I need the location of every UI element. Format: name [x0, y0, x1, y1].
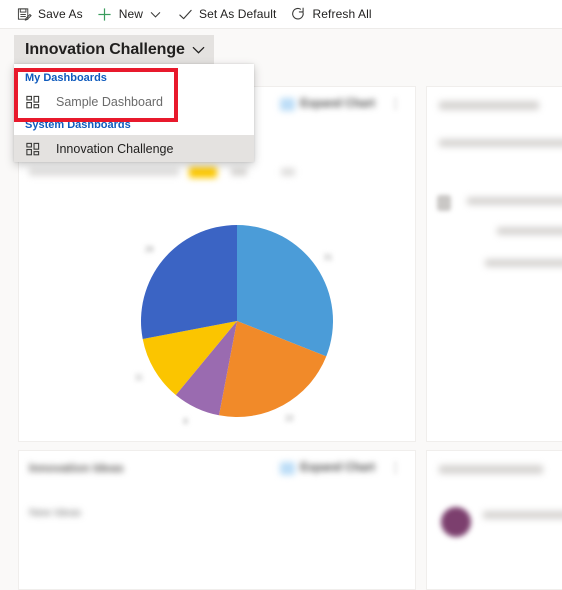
- pie-slice-label: 28: [144, 244, 154, 254]
- dropdown-item-label: Sample Dashboard: [56, 94, 164, 109]
- bottom-left-tile: Innovation Ideas Expand Chart ⋮ New Idea…: [18, 450, 416, 590]
- dropdown-item-innovation-challenge[interactable]: Innovation Challenge: [14, 135, 254, 162]
- ellipsis-icon[interactable]: ⋮: [387, 96, 405, 112]
- bottom-left-tile-header: Innovation Ideas Expand Chart ⋮: [19, 451, 415, 485]
- pie-slice[interactable]: [141, 225, 237, 339]
- expand-chart-icon: [280, 97, 296, 111]
- set-as-default-button[interactable]: Set As Default: [170, 0, 283, 28]
- side-tile-title: [439, 101, 539, 110]
- avatar[interactable]: [441, 507, 471, 537]
- pie-chart[interactable]: 31 22 8 11 28: [134, 221, 337, 426]
- new-button[interactable]: New: [90, 0, 170, 28]
- save-as-button[interactable]: Save As: [9, 0, 90, 28]
- save-as-icon: [16, 6, 32, 22]
- legend-entry: [231, 168, 247, 176]
- ellipsis-icon[interactable]: ⋮: [387, 460, 405, 476]
- legend-entry: [29, 168, 179, 176]
- dropdown-group-header-system-dashboards: System Dashboards: [25, 119, 131, 131]
- dropdown-item-sample-dashboard[interactable]: Sample Dashboard: [14, 88, 254, 115]
- bottom-left-tile-title: Innovation Ideas: [29, 461, 124, 475]
- pie-slice-label: 11: [134, 373, 143, 382]
- expand-chart-label: Expand Chart: [300, 462, 375, 474]
- plus-icon: [97, 6, 113, 22]
- pie-slice-label: 31: [323, 253, 333, 263]
- dashboard-selector-button[interactable]: Innovation Challenge: [14, 35, 214, 64]
- bottom-left-tile-subtitle: New Ideas: [29, 507, 81, 519]
- dashboard-icon: [25, 141, 41, 157]
- bottom-right-tile-row-text: [483, 511, 562, 519]
- side-tile-row-text: [485, 259, 562, 267]
- dashboard-icon: [25, 94, 41, 110]
- pie-slice-label: 8: [183, 417, 188, 427]
- pie-chart-svg: [141, 225, 333, 417]
- bottom-right-tile-title: [439, 465, 543, 474]
- pie-slice-label: 22: [284, 414, 294, 424]
- dashboard-dropdown-menu: My Dashboards Sample Dashboard System Da…: [14, 64, 254, 162]
- chevron-down-icon[interactable]: [147, 6, 163, 22]
- side-tile-row-text: [497, 227, 562, 235]
- refresh-all-button[interactable]: Refresh All: [284, 0, 379, 28]
- set-as-default-label: Set As Default: [199, 7, 277, 21]
- side-tile-subtitle: [439, 139, 562, 147]
- save-as-label: Save As: [38, 7, 83, 21]
- expand-chart-icon: [280, 461, 296, 475]
- expand-chart-button[interactable]: Expand Chart: [280, 461, 375, 475]
- expand-chart-label: Expand Chart: [300, 98, 375, 110]
- chart-legend: [29, 165, 405, 179]
- legend-swatch-yellow: [189, 166, 217, 178]
- side-tile-row-text: [467, 197, 562, 205]
- dropdown-item-label: Innovation Challenge: [56, 141, 174, 156]
- refresh-icon: [291, 6, 307, 22]
- command-bar: Save As New Set As Default Refresh All: [0, 0, 562, 29]
- bottom-right-tile: [426, 450, 562, 590]
- expand-chart-button[interactable]: Expand Chart: [280, 97, 375, 111]
- legend-entry: [281, 168, 295, 176]
- chevron-down-icon[interactable]: [192, 43, 205, 56]
- side-tile: [426, 86, 562, 442]
- new-label: New: [118, 7, 144, 21]
- dashboard-selector-label: Innovation Challenge: [25, 40, 185, 58]
- contact-icon: [437, 195, 451, 211]
- dropdown-group-header-my-dashboards: My Dashboards: [25, 72, 107, 84]
- checkmark-icon: [177, 6, 193, 22]
- refresh-all-label: Refresh All: [312, 7, 372, 21]
